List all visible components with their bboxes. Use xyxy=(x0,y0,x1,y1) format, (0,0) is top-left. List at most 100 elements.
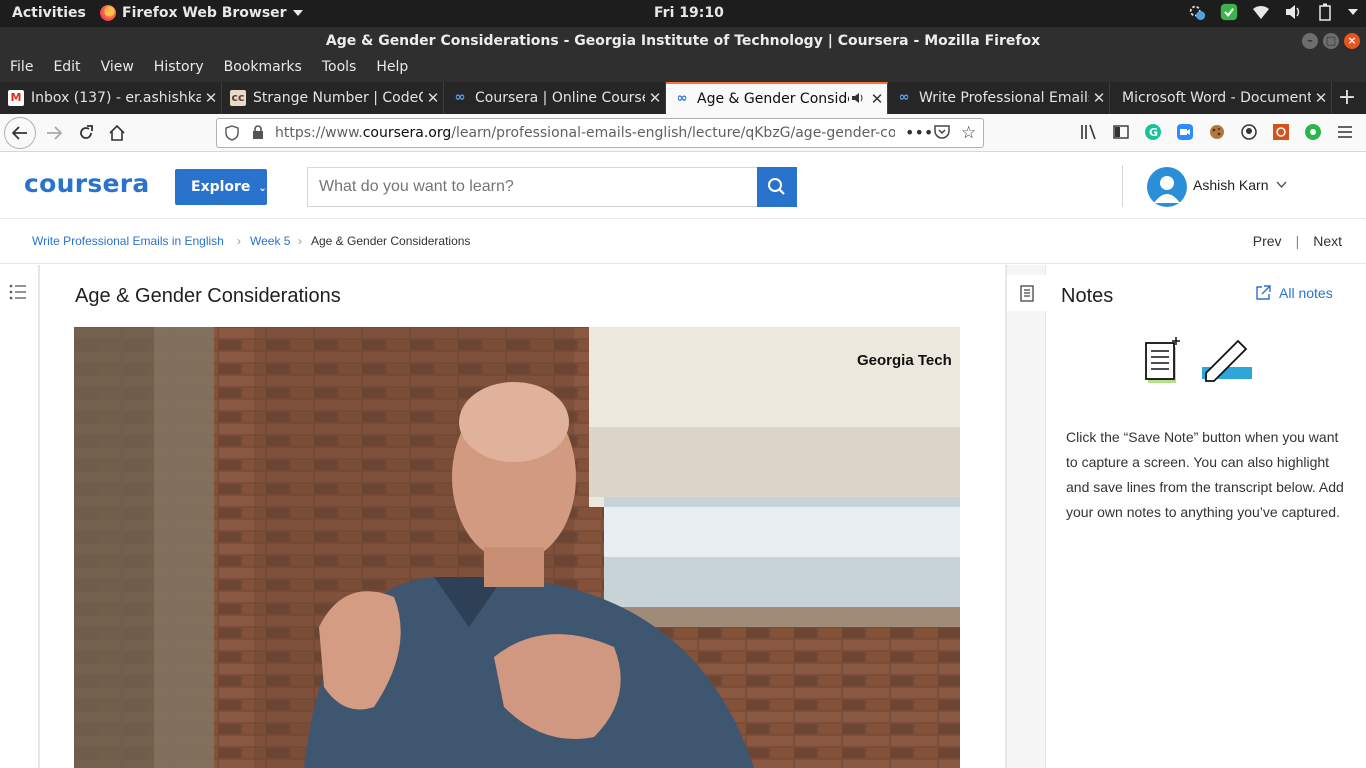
search-icon xyxy=(768,178,785,195)
navigation-toolbar: https://www.coursera.org/learn/professio… xyxy=(0,114,1366,152)
minimize-icon[interactable]: – xyxy=(1302,33,1318,49)
video-frame: Georgia Tech xyxy=(74,327,960,768)
breadcrumb-course-link[interactable]: Write Professional Emails in English xyxy=(32,234,224,248)
pagination-divider: | xyxy=(1295,233,1300,249)
window-titlebar: Age & Gender Considerations - Georgia In… xyxy=(0,27,1366,55)
menu-help[interactable]: Help xyxy=(366,55,418,82)
note-icon xyxy=(1019,284,1034,302)
firefox-icon xyxy=(100,5,116,21)
cookie-icon[interactable] xyxy=(1206,120,1228,144)
tab-coursera-courses[interactable]: ∞ Coursera | Online Courses ✕ xyxy=(444,82,666,114)
notes-toggle-button[interactable] xyxy=(1007,275,1046,311)
url-bar[interactable]: https://www.coursera.org/learn/professio… xyxy=(216,118,984,148)
pocket-icon[interactable] xyxy=(934,125,950,144)
notes-panel: Notes All notes Click the “Save Note” bu… xyxy=(1046,265,1366,768)
wifi-icon[interactable] xyxy=(1252,3,1270,21)
video-player[interactable]: Georgia Tech xyxy=(74,327,960,768)
close-window-icon[interactable]: × xyxy=(1344,33,1360,49)
url-text[interactable]: https://www.coursera.org/learn/professio… xyxy=(275,125,895,141)
back-icon[interactable] xyxy=(4,117,36,149)
external-link-icon xyxy=(1256,285,1271,300)
slack-tray-icon[interactable] xyxy=(1188,3,1206,21)
hamburger-menu-icon[interactable] xyxy=(1334,120,1356,144)
page-actions-icon[interactable]: ••• xyxy=(905,123,933,142)
close-tab-icon[interactable]: ✕ xyxy=(1089,89,1109,107)
coursera-logo[interactable]: coursera xyxy=(24,169,150,198)
update-check-icon[interactable] xyxy=(1220,3,1238,21)
activities-button[interactable]: Activities xyxy=(12,5,86,21)
tab-title: Write Professional Emails xyxy=(919,90,1089,106)
tab-codechef[interactable]: cc Strange Number | CodeChef ✕ xyxy=(222,82,444,114)
all-notes-label: All notes xyxy=(1279,285,1333,301)
menu-history[interactable]: History xyxy=(144,55,214,82)
tab-gmail[interactable]: M Inbox (137) - er.ashishkarn ✕ xyxy=(0,82,222,114)
tab-write-professional[interactable]: ∞ Write Professional Emails ✕ xyxy=(888,82,1110,114)
coursera-icon: ∞ xyxy=(898,90,910,105)
extension-orange-icon[interactable] xyxy=(1270,120,1292,144)
system-tray xyxy=(1188,3,1358,21)
reload-icon[interactable] xyxy=(74,121,98,145)
lock-icon[interactable] xyxy=(252,125,264,144)
bookmark-star-icon[interactable]: ☆ xyxy=(961,123,976,143)
prev-button[interactable]: Prev xyxy=(1253,233,1282,249)
chevron-down-icon xyxy=(292,10,303,16)
video-watermark: Georgia Tech xyxy=(857,352,952,369)
explore-label: Explore xyxy=(191,179,251,195)
volume-icon[interactable] xyxy=(1284,3,1302,21)
menu-edit[interactable]: Edit xyxy=(43,55,90,82)
system-menu-chevron-icon[interactable] xyxy=(1348,9,1358,15)
app-menu[interactable]: Firefox Web Browser xyxy=(100,5,303,21)
new-tab-button[interactable]: + xyxy=(1332,82,1362,114)
close-tab-icon[interactable]: ✕ xyxy=(1311,89,1331,107)
grammarly-icon[interactable]: G xyxy=(1142,120,1164,144)
window-title: Age & Gender Considerations - Georgia In… xyxy=(325,33,1041,49)
menu-tools[interactable]: Tools xyxy=(312,55,367,82)
course-outline-rail xyxy=(0,265,40,768)
tab-title: Inbox (137) - er.ashishkarn xyxy=(31,90,201,106)
breadcrumb-week-link[interactable]: Week 5 xyxy=(250,234,290,248)
clock[interactable]: Fri 19:10 xyxy=(654,5,724,21)
coursera-icon: ∞ xyxy=(454,90,466,105)
svg-text:G: G xyxy=(1149,126,1158,139)
codechef-icon: cc xyxy=(230,90,246,106)
site-header: coursera Explore ⌄ What do you want to l… xyxy=(0,153,1366,219)
speaker-icon[interactable] xyxy=(849,90,867,108)
shield-icon[interactable] xyxy=(225,125,239,145)
home-icon[interactable] xyxy=(105,121,129,145)
zoom-icon[interactable] xyxy=(1174,120,1196,144)
library-icon[interactable] xyxy=(1078,120,1100,144)
sidebar-icon[interactable] xyxy=(1110,120,1132,144)
tab-age-gender[interactable]: ∞ Age & Gender Considerations ✕ xyxy=(666,82,888,114)
app-menu-label: Firefox Web Browser xyxy=(122,5,287,21)
coursera-icon: ∞ xyxy=(676,91,688,106)
menu-file[interactable]: File xyxy=(0,55,43,82)
breadcrumb-current: Age & Gender Considerations xyxy=(311,234,471,248)
menu-bookmarks[interactable]: Bookmarks xyxy=(214,55,312,82)
extension-green-icon[interactable] xyxy=(1302,120,1324,144)
close-tab-icon[interactable]: ✕ xyxy=(423,89,443,107)
lesson-pagination: Prev | Next xyxy=(1253,233,1342,249)
chevron-down-icon: ⌄ xyxy=(258,183,267,194)
menu-view[interactable]: View xyxy=(91,55,144,82)
tab-word-document[interactable]: Microsoft Word - Document ✕ xyxy=(1110,82,1332,114)
all-notes-link[interactable]: All notes xyxy=(1255,285,1333,301)
close-tab-icon[interactable]: ✕ xyxy=(867,90,887,108)
outline-list-icon[interactable] xyxy=(9,283,27,305)
forward-icon[interactable] xyxy=(42,121,66,145)
explore-button[interactable]: Explore ⌄ xyxy=(175,169,267,205)
account-extension-icon[interactable] xyxy=(1238,120,1260,144)
tab-title: Coursera | Online Courses xyxy=(475,90,645,106)
close-tab-icon[interactable]: ✕ xyxy=(201,89,221,107)
search-button[interactable] xyxy=(757,167,797,207)
search-input[interactable]: What do you want to learn? xyxy=(307,167,757,207)
next-button[interactable]: Next xyxy=(1313,233,1342,249)
user-menu-chevron-icon[interactable] xyxy=(1276,179,1287,192)
menu-bar: File Edit View History Bookmarks Tools H… xyxy=(0,55,1366,82)
maximize-icon[interactable]: □ xyxy=(1323,33,1339,49)
tab-title: Microsoft Word - Document xyxy=(1122,90,1311,106)
user-name[interactable]: Ashish Karn xyxy=(1193,177,1268,193)
avatar[interactable] xyxy=(1147,167,1187,207)
page-title: Age & Gender Considerations xyxy=(75,285,341,307)
battery-icon[interactable] xyxy=(1316,3,1334,21)
close-tab-icon[interactable]: ✕ xyxy=(645,89,665,107)
